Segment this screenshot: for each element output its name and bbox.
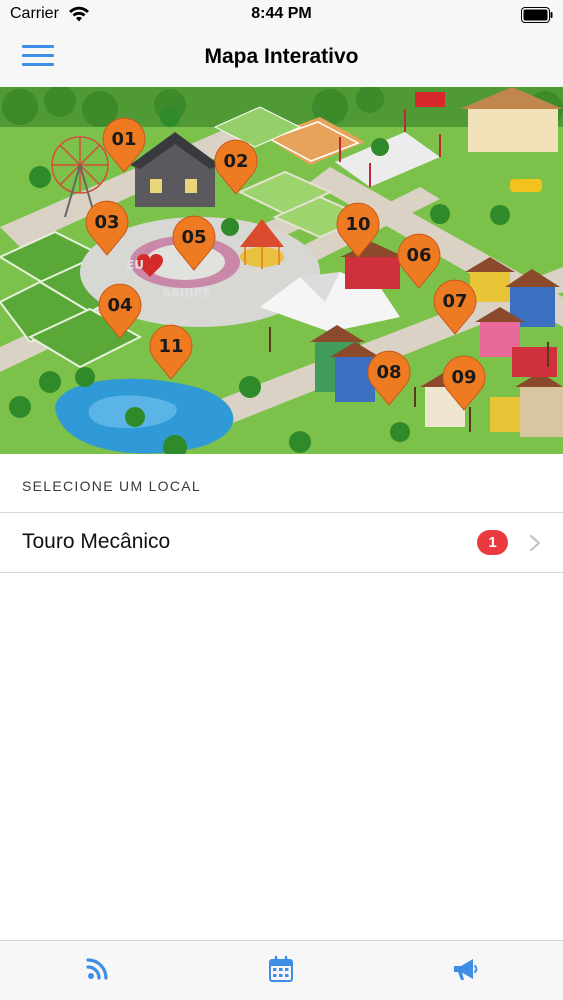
map-pin-label: 11 (158, 336, 183, 357)
map-sign-prefix: EU (126, 258, 144, 272)
map-pin-label: 07 (442, 291, 467, 312)
tab-bar (0, 940, 563, 1000)
navigation-bar: Mapa Interativo (0, 30, 563, 87)
megaphone-icon[interactable] (451, 955, 479, 983)
map-pin-label: 06 (406, 245, 431, 266)
map-sign-text: SAUIPE (162, 286, 211, 300)
section-header: SELECIONE UM LOCAL (0, 454, 563, 513)
map-pin-label: 09 (451, 367, 476, 388)
rss-feed-icon[interactable] (83, 955, 111, 983)
chevron-right-icon (529, 534, 541, 552)
battery-icon (521, 7, 553, 23)
map-pin-label: 08 (376, 362, 401, 383)
section-header-label: SELECIONE UM LOCAL (22, 478, 201, 494)
map-pin-label: 05 (181, 227, 206, 248)
map-pin-label: 10 (345, 214, 370, 235)
map-illustration: EU SAUIPE 0102030405060708 091011 (0, 87, 563, 454)
map-pin-label: 01 (111, 129, 136, 150)
page-title: Mapa Interativo (204, 45, 359, 68)
calendar-icon[interactable] (267, 955, 295, 983)
divider (0, 572, 563, 573)
map-pin-label: 04 (107, 295, 132, 316)
status-bar: Carrier 8:44 PM (0, 0, 563, 30)
map-pin-label: 02 (223, 151, 248, 172)
count-badge: 1 (477, 530, 508, 555)
interactive-map[interactable]: EU SAUIPE 01 02 03 04 05 06 07 08 09 10 … (0, 87, 563, 454)
list-item-title: Touro Mecânico (22, 530, 171, 553)
map-pin-label: 03 (94, 212, 119, 233)
status-time: 8:44 PM (251, 5, 312, 22)
list-item-touro-mecanico[interactable]: Touro Mecânico 1 (0, 513, 563, 572)
